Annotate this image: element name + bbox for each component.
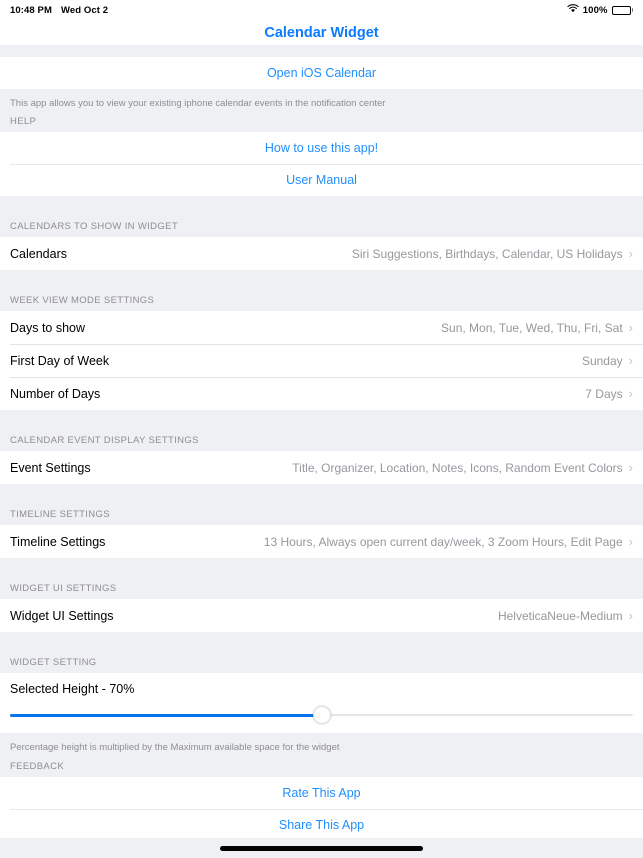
section-header-help: HELP	[0, 110, 643, 133]
navigation-bar: Calendar Widget	[0, 20, 643, 45]
section-header-week-view: WEEK VIEW MODE SETTINGS	[0, 289, 643, 312]
status-bar-date: Wed Oct 2	[61, 4, 109, 16]
row-widget-ui-settings-title: Widget UI Settings	[10, 608, 114, 623]
wifi-icon	[567, 4, 579, 16]
row-event-settings-value: Title, Organizer, Location, Notes, Icons…	[292, 460, 623, 475]
chevron-right-icon: ›	[628, 608, 633, 624]
section-header-event-display: CALENDAR EVENT DISPLAY SETTINGS	[0, 429, 643, 452]
rate-this-app-link[interactable]: Rate This App	[0, 776, 643, 809]
section-header-timeline: TIMELINE SETTINGS	[0, 503, 643, 526]
row-calendars-value: Siri Suggestions, Birthdays, Calendar, U…	[351, 246, 623, 261]
slider-thumb[interactable]	[312, 706, 331, 725]
section-header-feedback: FEEDBACK	[0, 754, 643, 777]
section-gap	[0, 270, 643, 290]
row-timeline-settings-title: Timeline Settings	[10, 534, 106, 549]
height-slider[interactable]	[10, 706, 633, 725]
section-gap	[0, 196, 643, 216]
section-header-widget-setting: WIDGET SETTING	[0, 651, 643, 674]
row-timeline-settings[interactable]: Timeline Settings 13 Hours, Always open …	[0, 525, 643, 559]
status-bar: 10:48 PM Wed Oct 2 100%	[0, 0, 643, 20]
section-gap	[0, 558, 643, 578]
selected-height-label: Selected Height - 70%	[10, 682, 135, 697]
row-days-to-show[interactable]: Days to show Sun, Mon, Tue, Wed, Thu, Fr…	[0, 311, 643, 345]
row-number-of-days-value: 7 Days	[585, 386, 623, 401]
battery-percent-label: 100%	[582, 4, 608, 16]
home-indicator-area	[0, 838, 643, 858]
rate-this-app-label: Rate This App	[282, 785, 361, 800]
chevron-right-icon: ›	[628, 353, 633, 369]
slider-fill	[10, 714, 322, 717]
status-bar-right: 100%	[567, 4, 633, 16]
user-manual-link[interactable]: User Manual	[0, 164, 643, 197]
open-ios-calendar-label: Open iOS Calendar	[266, 66, 377, 80]
row-first-day-of-week[interactable]: First Day of Week Sunday ›	[0, 344, 643, 378]
row-widget-ui-settings[interactable]: Widget UI Settings HelveticaNeue-Medium …	[0, 599, 643, 633]
share-this-app-label: Share This App	[278, 817, 365, 832]
row-days-to-show-value: Sun, Mon, Tue, Wed, Thu, Fri, Sat	[441, 320, 623, 335]
section-gap	[0, 484, 643, 504]
user-manual-label: User Manual	[286, 173, 357, 188]
section-gap	[0, 632, 643, 652]
page-title: Calendar Widget	[264, 24, 379, 41]
row-widget-ui-settings-value: HelveticaNeue-Medium	[497, 608, 623, 623]
row-timeline-settings-value: 13 Hours, Always open current day/week, …	[263, 534, 623, 549]
how-to-use-this-app-link[interactable]: How to use this app!	[0, 132, 643, 165]
section-header-calendars: CALENDARS TO SHOW IN WIDGET	[0, 215, 643, 238]
section-gap	[0, 45, 643, 57]
row-calendars-title: Calendars	[10, 246, 67, 261]
section-header-widget-ui: WIDGET UI SETTINGS	[0, 577, 643, 600]
row-first-day-of-week-title: First Day of Week	[10, 353, 110, 368]
row-calendars[interactable]: Calendars Siri Suggestions, Birthdays, C…	[0, 237, 643, 271]
chevron-right-icon: ›	[628, 534, 633, 550]
chevron-right-icon: ›	[628, 460, 633, 476]
battery-full-icon	[611, 5, 633, 15]
section-gap	[0, 410, 643, 430]
row-number-of-days[interactable]: Number of Days 7 Days ›	[0, 377, 643, 411]
chevron-right-icon: ›	[628, 320, 633, 336]
open-ios-calendar-button[interactable]: Open iOS Calendar	[0, 57, 643, 89]
widget-height-slider-cell: Selected Height - 70%	[0, 673, 643, 734]
status-bar-time: 10:48 PM	[10, 4, 52, 16]
row-event-settings-title: Event Settings	[10, 460, 91, 475]
chevron-right-icon: ›	[628, 246, 633, 262]
ios-settings-screen: 10:48 PM Wed Oct 2 100% Calendar Widget …	[0, 0, 643, 858]
status-bar-left: 10:48 PM Wed Oct 2	[10, 5, 108, 16]
row-first-day-of-week-value: Sunday	[581, 353, 623, 368]
how-to-use-this-app-label: How to use this app!	[264, 141, 379, 156]
open-calendar-footer: This app allows you to view your existin…	[0, 89, 643, 111]
row-event-settings[interactable]: Event Settings Title, Organizer, Locatio…	[0, 451, 643, 485]
row-days-to-show-title: Days to show	[10, 320, 86, 335]
chevron-right-icon: ›	[628, 386, 633, 402]
share-this-app-link[interactable]: Share This App	[0, 808, 643, 841]
row-number-of-days-title: Number of Days	[10, 386, 101, 401]
home-indicator[interactable]	[220, 845, 423, 851]
widget-setting-footer: Percentage height is multiplied by the M…	[0, 733, 643, 755]
